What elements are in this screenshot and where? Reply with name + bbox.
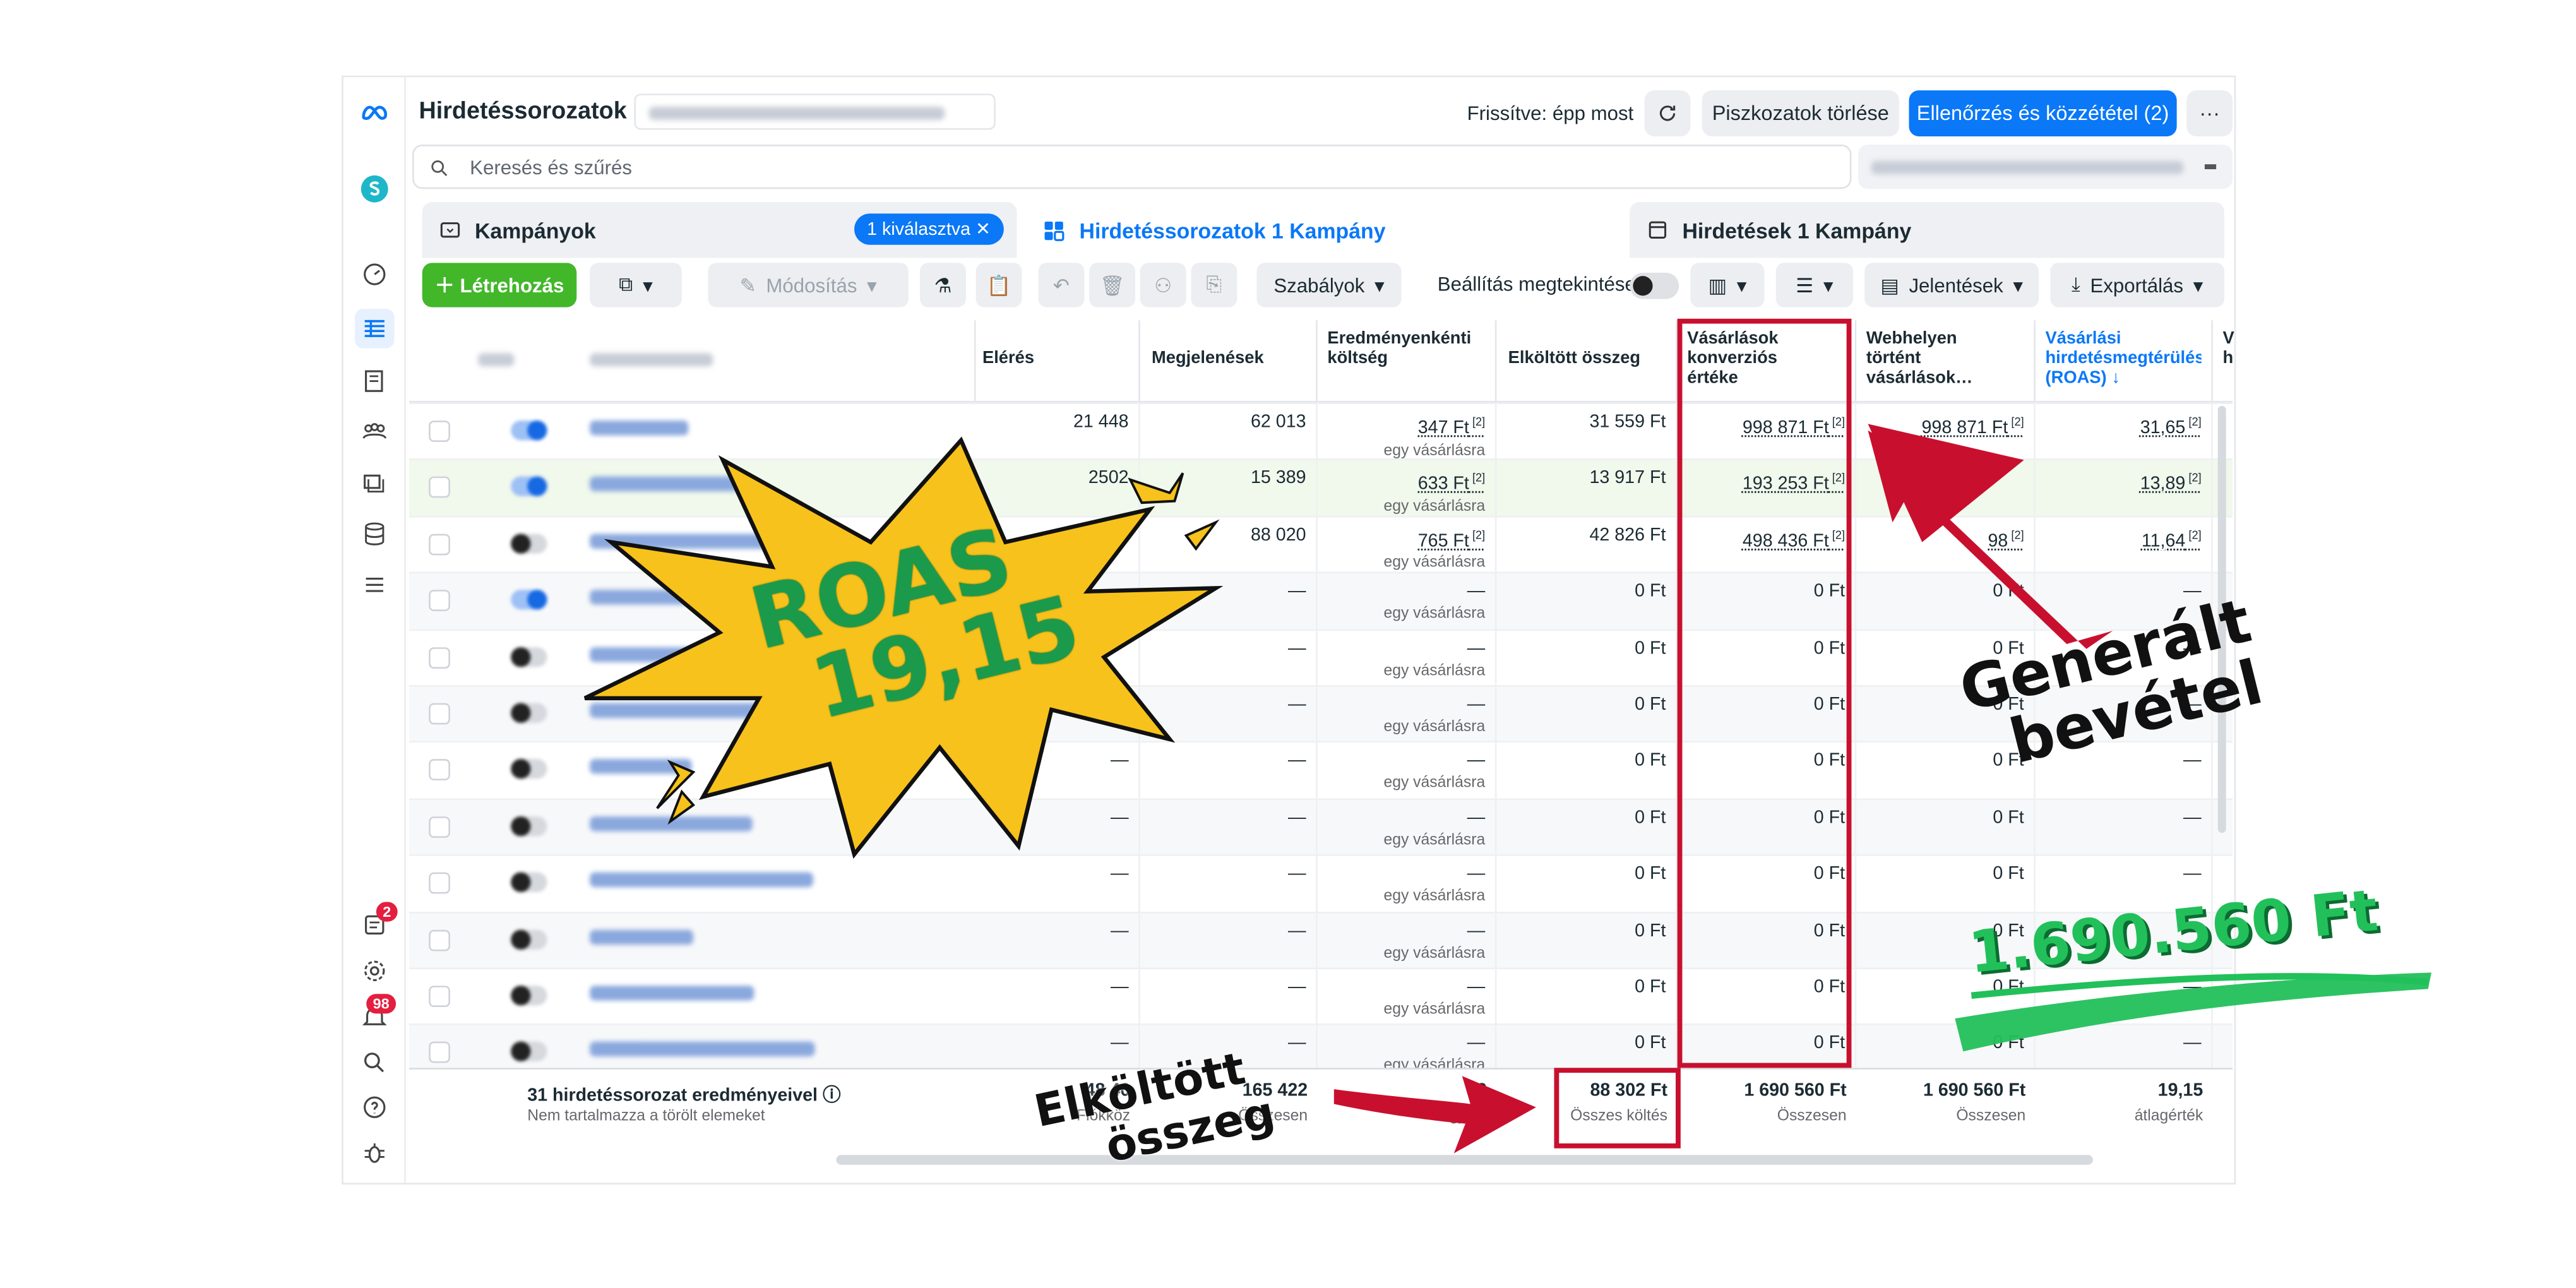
burst-spark <box>667 789 695 825</box>
spent-arrow <box>1333 1076 1536 1154</box>
green-underline <box>1955 972 2431 1052</box>
burst-spark <box>1184 519 1220 551</box>
burst-spark <box>1128 472 1184 504</box>
